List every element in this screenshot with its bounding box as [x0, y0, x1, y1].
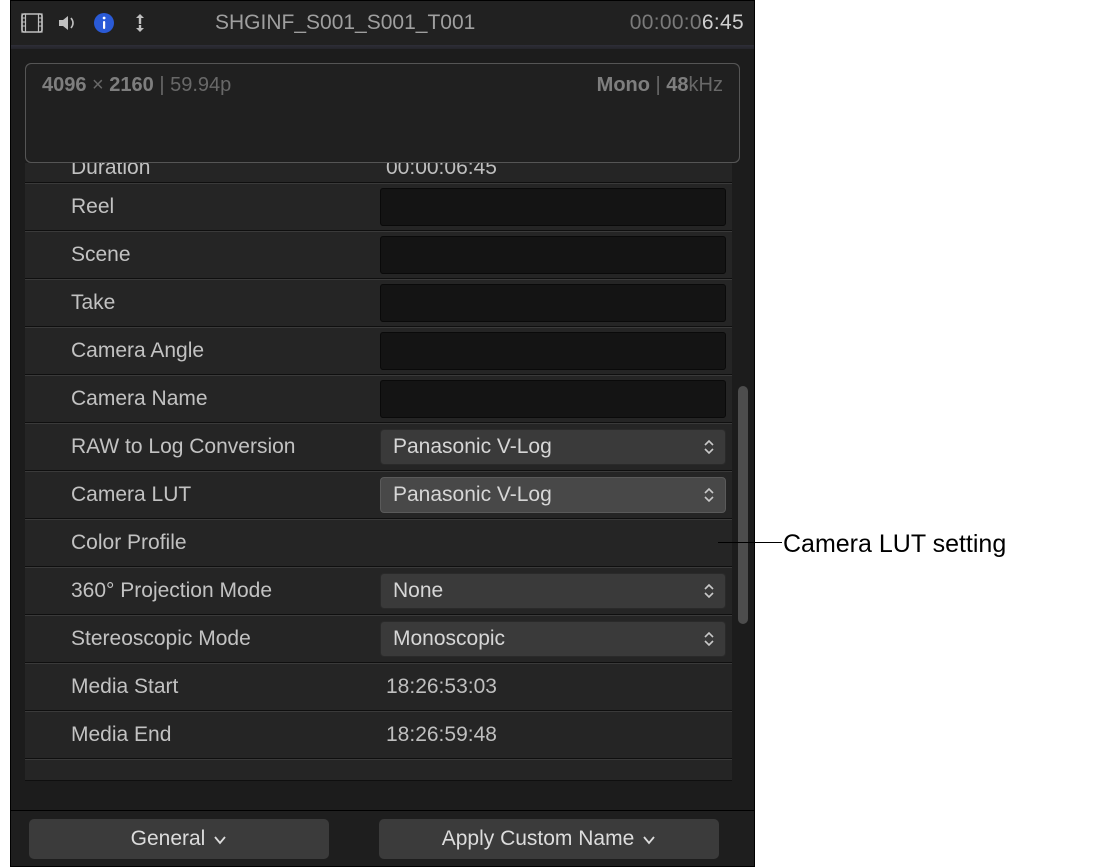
camera-name-label: Camera Name — [25, 387, 380, 411]
metadata-view-button[interactable]: General — [29, 819, 329, 859]
scene-label: Scene — [25, 243, 380, 267]
row-take: Take — [25, 279, 732, 327]
info-tab-icon[interactable] — [93, 12, 115, 34]
media-end-label: Media End — [25, 723, 380, 747]
camera-angle-input[interactable] — [380, 332, 726, 370]
metadata-list: Duration 00:00:06:45 Reel Scene Take Cam… — [25, 163, 732, 810]
row-color-profile: Color Profile — [25, 519, 732, 567]
take-input[interactable] — [380, 284, 726, 322]
metadata-scrollbar[interactable] — [738, 173, 748, 800]
color-profile-value — [380, 524, 726, 562]
clip-title: SHGINF_S001_S001_T001 — [215, 11, 475, 35]
row-media-end: Media End 18:26:59:48 — [25, 711, 732, 759]
inspector-panel: SHGINF_S001_S001_T001 00:00:06:45 4096 ×… — [10, 0, 755, 867]
scene-input[interactable] — [380, 236, 726, 274]
row-reel: Reel — [25, 183, 732, 231]
apply-custom-name-label: Apply Custom Name — [442, 827, 635, 851]
take-label: Take — [25, 291, 380, 315]
reel-input[interactable] — [380, 188, 726, 226]
camera-lut-label: Camera LUT — [25, 483, 380, 507]
projection-mode-value: None — [393, 579, 443, 603]
projection-mode-popup[interactable]: None — [380, 573, 726, 609]
chevrons-icon — [703, 487, 717, 503]
apply-custom-name-button[interactable]: Apply Custom Name — [379, 819, 719, 859]
stereoscopic-mode-popup[interactable]: Monoscopic — [380, 621, 726, 657]
chevron-down-icon — [213, 827, 227, 851]
raw-to-log-popup[interactable]: Panasonic V-Log — [380, 429, 726, 465]
inspector-topbar: SHGINF_S001_S001_T001 00:00:06:45 — [11, 1, 754, 45]
clip-timecode: 00:00:06:45 — [630, 11, 744, 35]
annotation-leader-line — [718, 542, 782, 543]
duration-value: 00:00:06:45 — [380, 163, 497, 180]
media-end-value: 18:26:59:48 — [380, 723, 497, 747]
row-camera-angle: Camera Angle — [25, 327, 732, 375]
projection-mode-label: 360° Projection Mode — [25, 579, 380, 603]
raw-to-log-value: Panasonic V-Log — [393, 435, 552, 459]
inspector-bottombar: General Apply Custom Name — [11, 810, 754, 866]
color-profile-label: Color Profile — [25, 531, 380, 555]
duration-label: Duration — [25, 163, 380, 180]
reel-label: Reel — [25, 195, 380, 219]
clip-summary-banner: 4096 × 2160 | 59.94p Mono | 48kHz — [25, 63, 740, 163]
chevron-down-icon — [642, 827, 656, 851]
camera-lut-popup[interactable]: Panasonic V-Log — [380, 477, 726, 513]
scrollbar-thumb[interactable] — [738, 386, 748, 624]
media-start-label: Media Start — [25, 675, 380, 699]
row-duration: Duration 00:00:06:45 — [25, 163, 732, 183]
clip-audio: Mono | 48kHz — [597, 74, 723, 97]
share-tab-icon[interactable] — [129, 12, 151, 34]
stereoscopic-mode-value: Monoscopic — [393, 627, 505, 651]
row-stereoscopic-mode: Stereoscopic Mode Monoscopic — [25, 615, 732, 663]
video-tab-icon[interactable] — [21, 12, 43, 34]
stereoscopic-mode-label: Stereoscopic Mode — [25, 627, 380, 651]
chevrons-icon — [703, 439, 717, 455]
chevrons-icon — [703, 583, 717, 599]
row-camera-name: Camera Name — [25, 375, 732, 423]
annotation-camera-lut: Camera LUT setting — [783, 530, 1006, 559]
row-camera-lut: Camera LUT Panasonic V-Log — [25, 471, 732, 519]
row-raw-to-log: RAW to Log Conversion Panasonic V-Log — [25, 423, 732, 471]
row-projection-mode: 360° Projection Mode None — [25, 567, 732, 615]
row-partial-bottom — [25, 759, 732, 781]
row-scene: Scene — [25, 231, 732, 279]
media-start-value: 18:26:53:03 — [380, 675, 497, 699]
metadata-view-label: General — [131, 827, 206, 851]
camera-angle-label: Camera Angle — [25, 339, 380, 363]
raw-to-log-label: RAW to Log Conversion — [25, 435, 380, 459]
chevrons-icon — [703, 631, 717, 647]
row-media-start: Media Start 18:26:53:03 — [25, 663, 732, 711]
camera-lut-value: Panasonic V-Log — [393, 483, 552, 507]
audio-tab-icon[interactable] — [57, 12, 79, 34]
camera-name-input[interactable] — [380, 380, 726, 418]
